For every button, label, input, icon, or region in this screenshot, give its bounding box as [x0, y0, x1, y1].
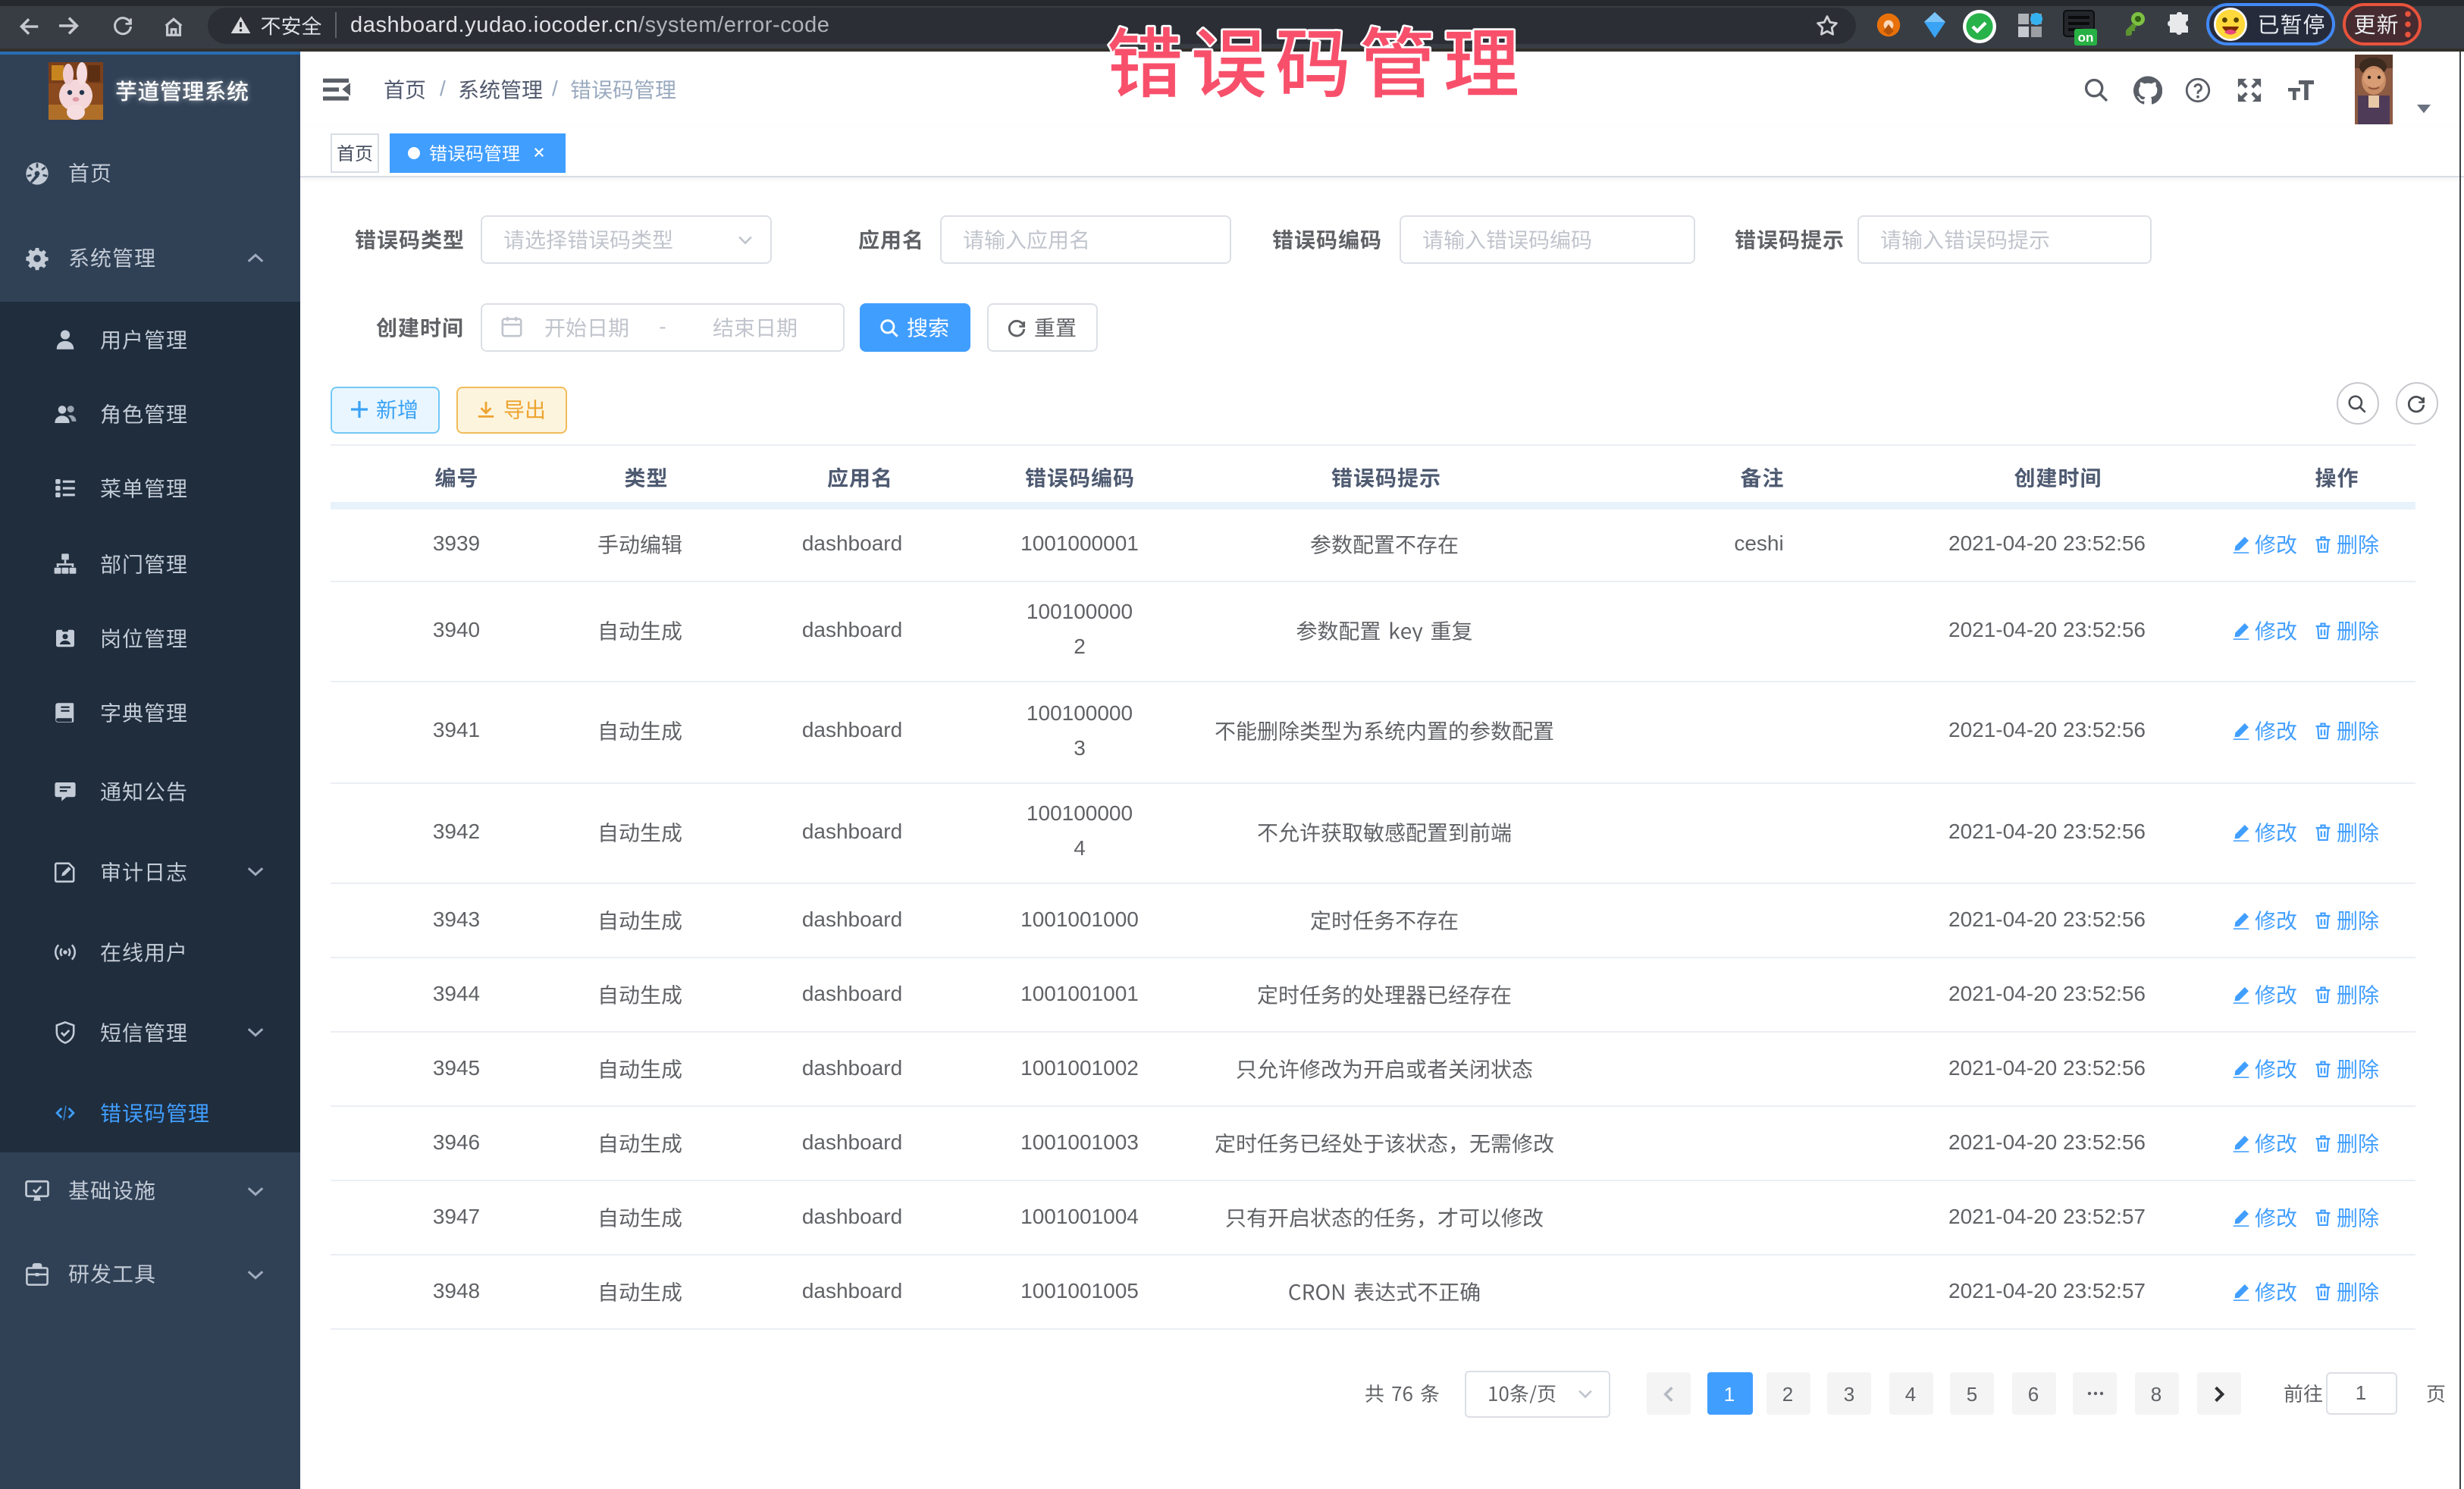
svg-text:on: on [2078, 30, 2094, 45]
